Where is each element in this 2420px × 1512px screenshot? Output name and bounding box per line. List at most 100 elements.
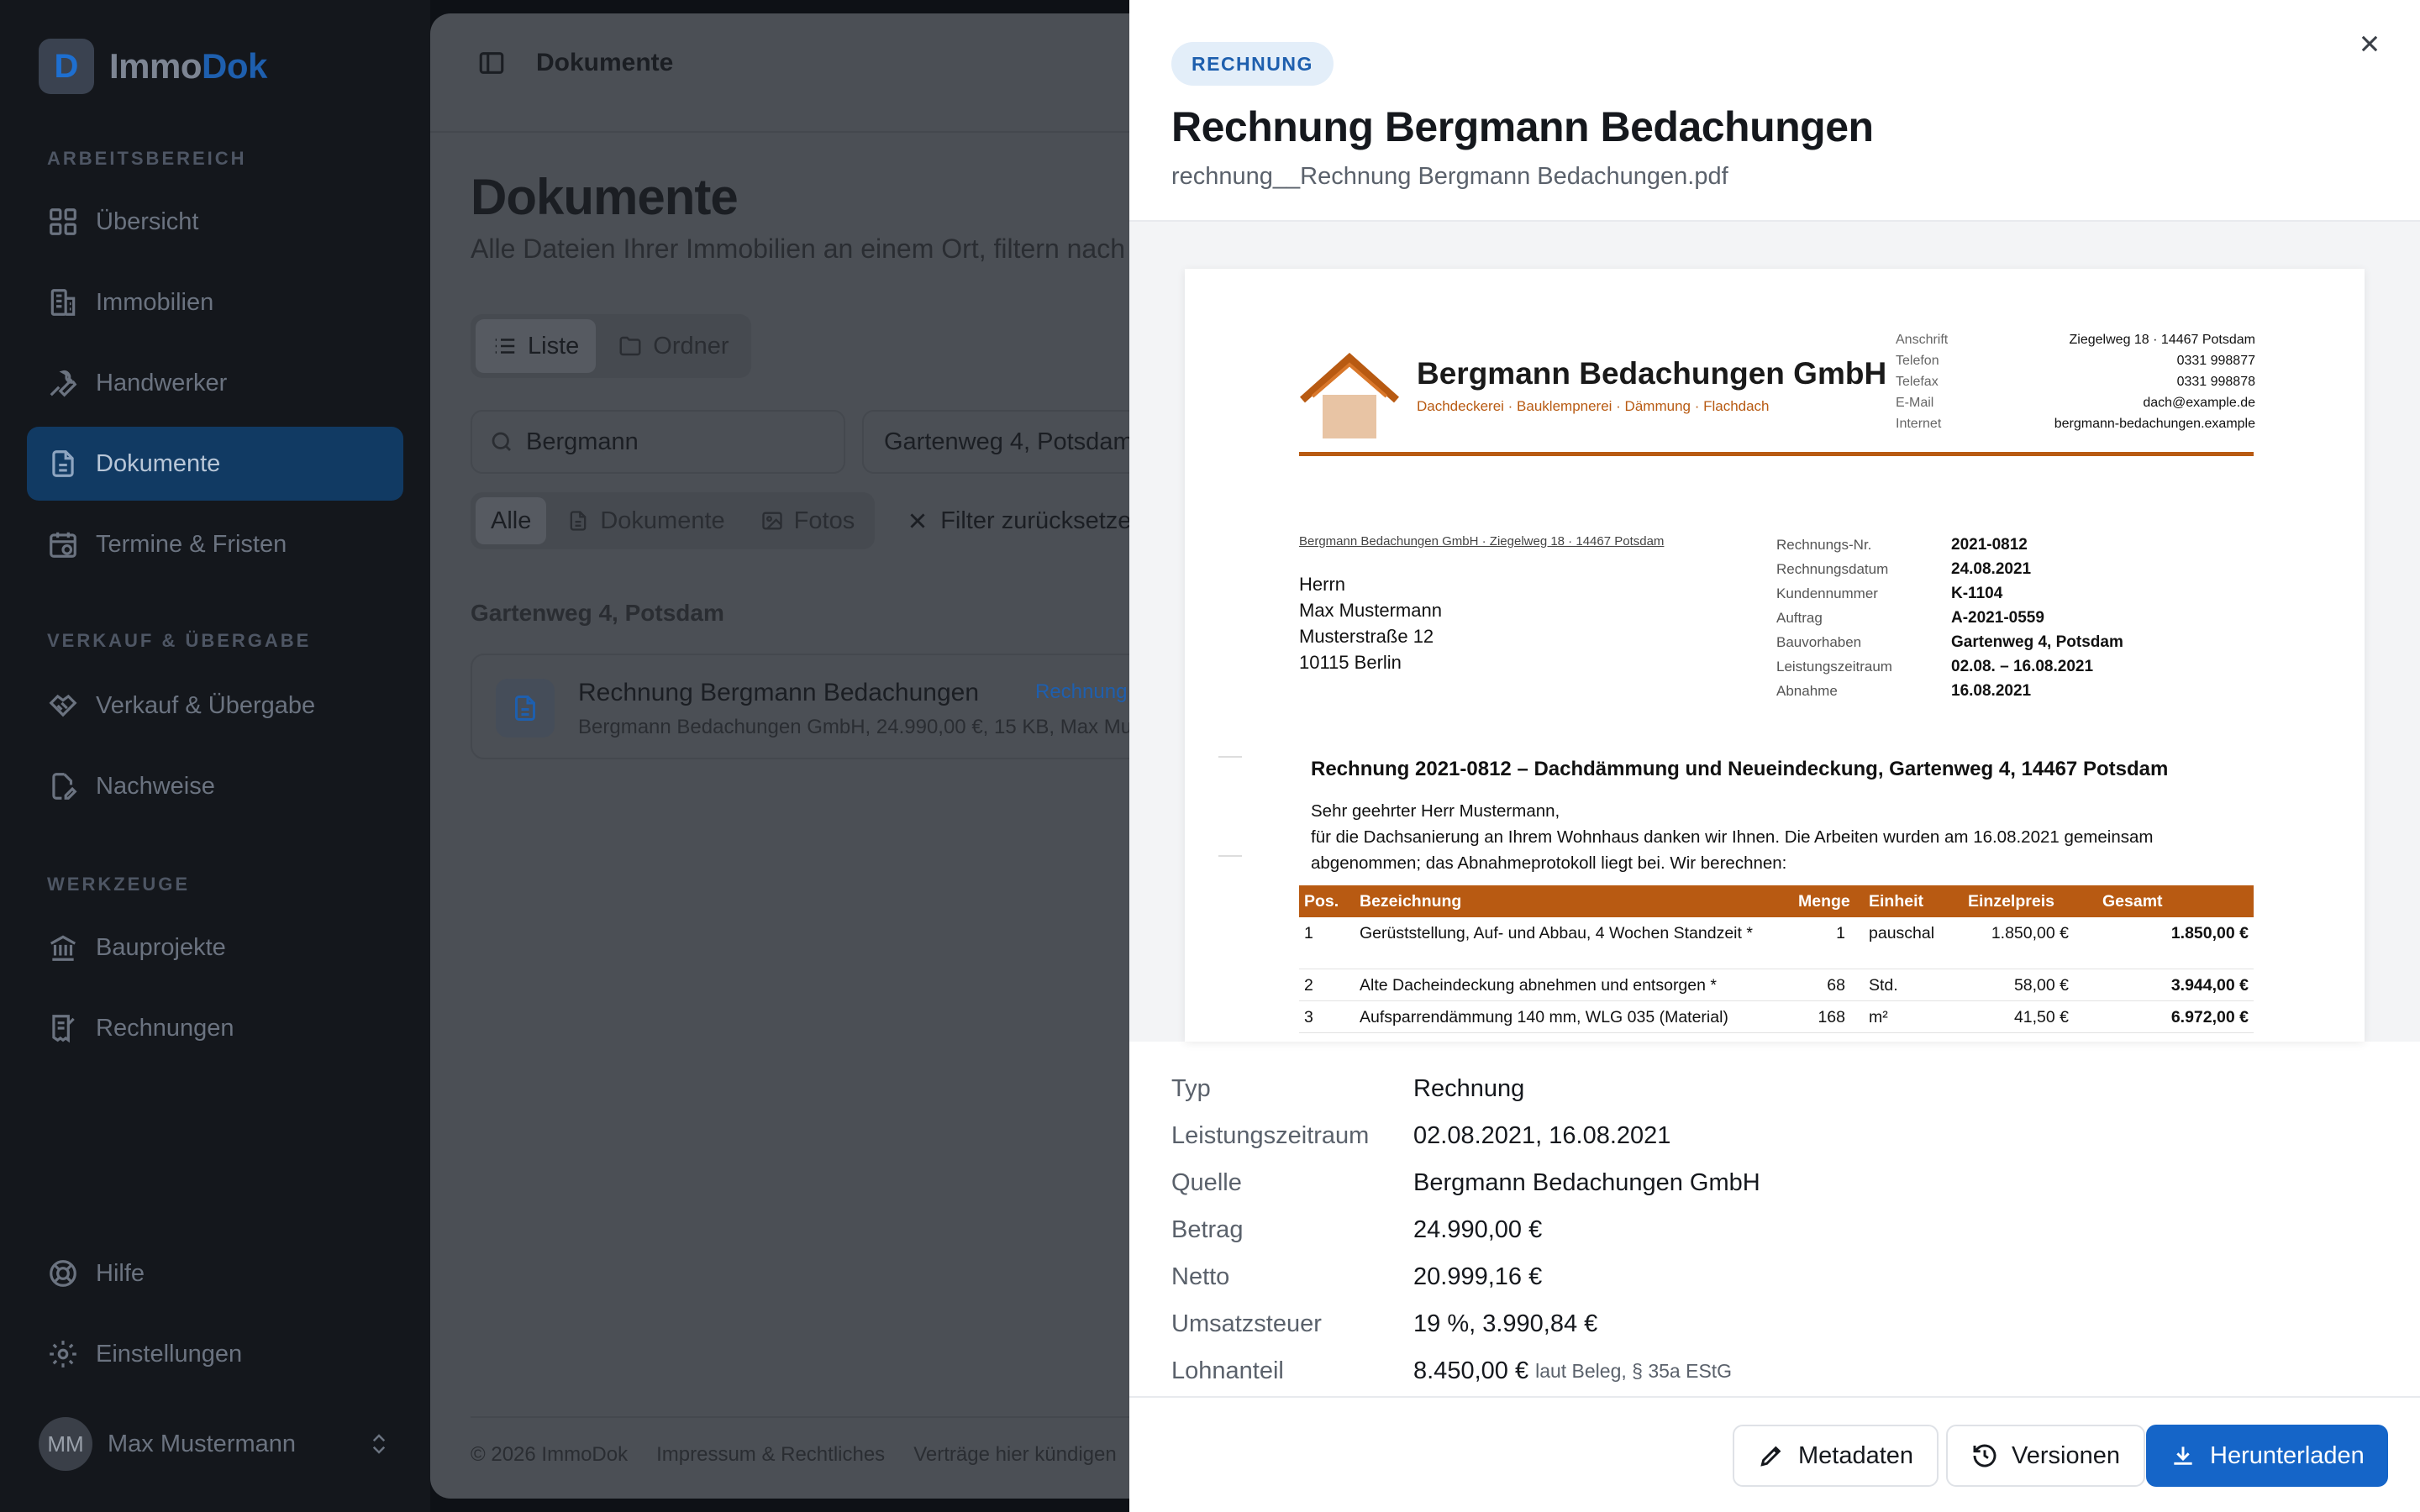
sidebar-item-dokumente[interactable]: Dokumente	[27, 427, 403, 501]
metadata-key: Umsatzsteuer	[1171, 1310, 1322, 1337]
tab-ordner[interactable]: Ordner	[601, 319, 745, 373]
close-icon	[910, 513, 925, 528]
view-switch: Liste Ordner	[471, 314, 751, 378]
sidebar-item-label: Dokumente	[96, 449, 221, 477]
metadata-value: Rechnung	[1413, 1074, 1525, 1102]
edit-metadata-button[interactable]: Metadaten	[1733, 1425, 1939, 1487]
pdf-salutation: Sehr geehrter Herr Mustermann,	[1311, 801, 1560, 821]
button-label: Herunterladen	[2210, 1441, 2365, 1469]
cancel-contracts-link[interactable]: Verträge hier kündigen	[913, 1443, 1117, 1467]
sidebar-item-nachweise[interactable]: Nachweise	[27, 749, 403, 823]
pdf-contact-block: Anschrift Ziegelweg 18 · 14467 Potsdam Te…	[1896, 329, 2255, 434]
metadata-key: Leistungszeitraum	[1171, 1121, 1370, 1149]
close-button[interactable]	[2351, 25, 2388, 62]
sidebar-item-uebersicht[interactable]: Übersicht	[27, 185, 403, 259]
pdf-recipient-address: Herrn Max Mustermann Musterstraße 12 101…	[1299, 574, 1442, 673]
search-input[interactable]: Bergmann	[471, 410, 845, 474]
metadata-value: 24.990,00 €	[1413, 1215, 1543, 1243]
handshake-icon	[49, 694, 77, 717]
button-label: Metadaten	[1798, 1441, 1914, 1469]
file-name: rechnung__Rechnung Bergmann Bedachungen.…	[1171, 163, 1728, 190]
section-label-verkauf: VERKAUF & ÜBERGABE	[47, 630, 312, 651]
user-menu[interactable]: MM Max Mustermann	[39, 1416, 392, 1472]
chip-label: Alle	[491, 507, 532, 534]
download-icon	[2174, 1446, 2192, 1465]
sidebar-item-label: Einstellungen	[96, 1340, 243, 1368]
section-label-arbeitsbereich: ARBEITSBEREICH	[47, 148, 247, 169]
pdf-contact-row: Anschrift Ziegelweg 18 · 14467 Potsdam	[1896, 333, 2255, 347]
chip-label: Dokumente	[600, 507, 725, 534]
pdf-tagline: Dachdeckerei · Bauklempnerei · Dämmung ·…	[1417, 398, 1770, 414]
app-logo[interactable]: D ImmoDok	[39, 39, 267, 94]
sidebar-item-rechnungen[interactable]: Rechnungen	[27, 991, 403, 1065]
reset-filter-button[interactable]: Filter zurücksetzen	[886, 507, 1145, 535]
sidebar-item-label: Übersicht	[96, 207, 199, 235]
pdf-items-table: Pos. Bezeichnung Menge Einheit Einzelpre…	[1299, 885, 2254, 1033]
versions-button[interactable]: Versionen	[1946, 1425, 2145, 1487]
sidebar-item-termine[interactable]: Termine & Fristen	[27, 507, 403, 581]
tab-label: Ordner	[653, 332, 729, 360]
sidebar-item-label: Bauprojekte	[96, 933, 226, 961]
logo-text: ImmoDok	[109, 46, 267, 86]
avatar: MM	[39, 1417, 92, 1471]
pdf-intro: für die Dachsanierung an Ihrem Wohnhaus …	[1311, 827, 2154, 873]
pdf-sender-line: Bergmann Bedachungen GmbH · Ziegelweg 18…	[1299, 534, 1665, 549]
metadata-row-netto: Netto 20.999,16 €	[1171, 1253, 2381, 1300]
pdf-info-row: Rechnungsdatum 24.08.2021	[1776, 560, 2032, 578]
document-icon	[571, 511, 587, 531]
lifebuoy-icon	[50, 1260, 76, 1287]
document-title: Rechnung Bergmann Bedachungen	[578, 679, 980, 706]
search-value: Bergmann	[526, 428, 639, 455]
metadata-row-lohn: Lohnanteil 8.450,00 € laut Beleg, § 35a …	[1171, 1347, 2381, 1394]
sidebar-item-handwerker[interactable]: Handwerker	[27, 346, 403, 420]
drawer-title: Rechnung Bergmann Bedachungen	[1171, 103, 1874, 150]
pdf-info-row: Bauvorhaben Gartenweg 4, Potsdam	[1776, 633, 2123, 651]
filter-alle[interactable]: Alle	[476, 497, 547, 544]
section-label-werkzeuge: WERKZEUGE	[47, 874, 190, 895]
pdf-info-row: Leistungszeitraum 02.08. – 16.08.2021	[1776, 658, 2094, 675]
history-icon	[1973, 1444, 1996, 1467]
impressum-link[interactable]: Impressum & Rechtliches	[656, 1443, 885, 1467]
house-logo-icon	[1300, 353, 1399, 438]
image-icon	[762, 512, 782, 530]
pdf-preview-area[interactable]: Bergmann Bedachungen GmbH Dachdeckerei ·…	[1129, 222, 2420, 1042]
sidebar-item-label: Immobilien	[96, 288, 214, 316]
list-icon	[495, 339, 515, 354]
metadata-row-ust: Umsatzsteuer 19 %, 3.990,84 €	[1171, 1300, 2381, 1347]
sidebar-toggle-icon[interactable]	[477, 49, 506, 77]
metadata-row-zeitraum: Leistungszeitraum 02.08.2021, 16.08.2021	[1171, 1112, 2381, 1159]
chevrons-up-down-icon	[372, 1434, 386, 1454]
sidebar-item-label: Termine & Fristen	[96, 530, 287, 558]
pdf-header-rule	[1299, 452, 2254, 456]
sidebar-item-label: Verkauf & Übergabe	[96, 691, 316, 719]
logo-mark: D	[39, 39, 94, 94]
sidebar-item-hilfe[interactable]: Hilfe	[27, 1236, 403, 1310]
download-button[interactable]: Herunterladen	[2146, 1425, 2388, 1487]
folder-icon	[619, 336, 641, 356]
sidebar-item-verkauf[interactable]: Verkauf & Übergabe	[27, 669, 403, 743]
divider	[1129, 1396, 2420, 1398]
sidebar-item-immobilien[interactable]: Immobilien	[27, 265, 403, 339]
topbar-title: Dokumente	[536, 49, 674, 76]
metadata-value: 8.450,00 €	[1413, 1357, 1529, 1384]
table-row: 3 Aufsparrendämmung 140 mm, WLG 035 (Mat…	[1299, 1001, 2254, 1033]
metadata-key: Quelle	[1171, 1168, 1242, 1196]
sidebar-item-einstellungen[interactable]: Einstellungen	[27, 1317, 403, 1391]
building-icon	[50, 289, 76, 316]
table-header: Pos. Bezeichnung Menge Einheit Einzelpre…	[1299, 885, 2254, 917]
user-name: Max Mustermann	[108, 1430, 297, 1457]
button-label: Versionen	[2012, 1441, 2120, 1469]
metadata-row-quelle: Quelle Bergmann Bedachungen GmbH	[1171, 1159, 2381, 1206]
table-row: 1 Gerüststellung, Auf- und Abbau, 4 Woch…	[1299, 917, 2254, 969]
filter-dokumente[interactable]: Dokumente	[551, 497, 739, 544]
sidebar-item-bauprojekte[interactable]: Bauprojekte	[27, 911, 403, 984]
pdf-info-row: Auftrag A-2021-0559	[1776, 609, 2044, 627]
metadata-key: Betrag	[1171, 1215, 1244, 1243]
metadata-key: Typ	[1171, 1074, 1211, 1102]
filter-fotos[interactable]: Fotos	[745, 497, 871, 544]
pdf-info-row: Rechnungs-Nr. 2021-0812	[1776, 536, 2028, 554]
calendar-clock-icon	[50, 532, 76, 558]
group-title: Gartenweg 4, Potsdam	[471, 600, 724, 626]
type-filter: Alle Dokumente Fotos	[471, 492, 876, 549]
tab-liste[interactable]: Liste	[476, 319, 597, 373]
